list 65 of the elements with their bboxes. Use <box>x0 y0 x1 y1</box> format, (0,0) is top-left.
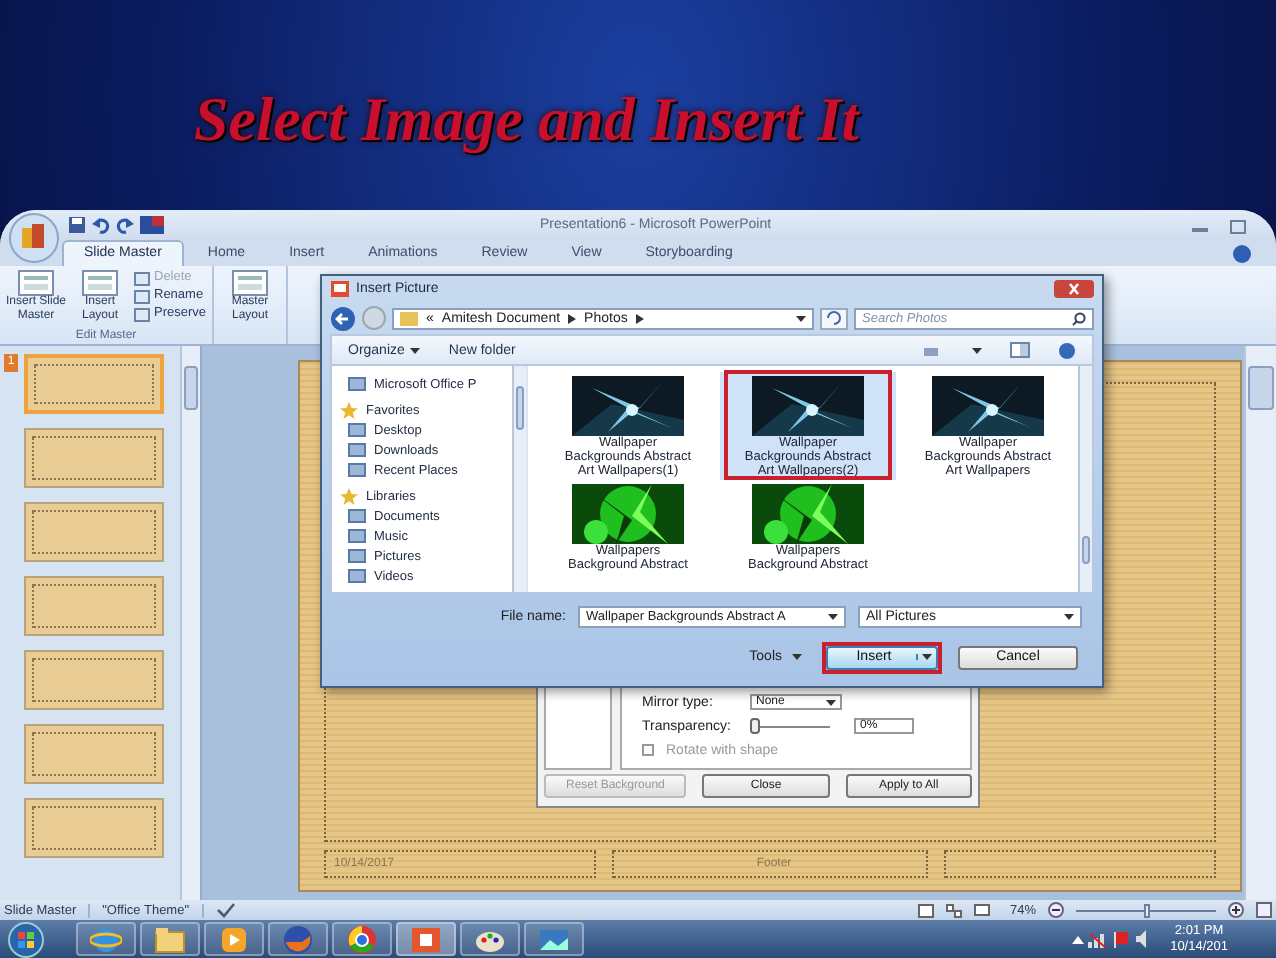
taskbar-button[interactable] <box>332 922 392 956</box>
play-icon <box>218 923 250 955</box>
slide-thumbnail[interactable] <box>24 798 164 858</box>
slide-title: Select Image and Insert It <box>194 82 859 158</box>
save-icon[interactable] <box>68 216 86 234</box>
zoom-in-icon[interactable] <box>1228 902 1244 918</box>
taskbar-button[interactable] <box>204 922 264 956</box>
spellcheck-icon[interactable] <box>215 902 236 918</box>
star-icon <box>340 401 358 419</box>
taskbar-button[interactable] <box>460 922 520 956</box>
close-icon[interactable] <box>1054 280 1094 298</box>
checkbox[interactable] <box>642 744 654 756</box>
zoom-slider-thumb[interactable] <box>1144 903 1150 917</box>
taskbar-button[interactable] <box>268 922 328 956</box>
maximize-icon[interactable] <box>1228 217 1248 233</box>
slide-thumbnail[interactable] <box>24 354 164 414</box>
text-box[interactable] <box>944 850 1216 878</box>
folder-icon <box>400 310 418 326</box>
network-icon[interactable] <box>1088 931 1109 947</box>
fit-icon[interactable] <box>1256 902 1272 918</box>
slide-thumbnail[interactable] <box>24 502 164 562</box>
slider-thumb[interactable] <box>750 717 760 733</box>
slide-thumbnail[interactable] <box>24 576 164 636</box>
caret-icon <box>828 613 838 619</box>
caret-icon <box>916 654 932 660</box>
scrollbar[interactable] <box>512 366 526 592</box>
start-button[interactable] <box>8 921 44 957</box>
back-icon[interactable] <box>330 305 356 331</box>
arrow-right-icon <box>635 313 644 323</box>
slide-layout-icon <box>18 270 54 296</box>
scrollbar[interactable] <box>1244 346 1276 900</box>
view-icon[interactable] <box>924 343 944 357</box>
slide-layout-icon <box>82 270 118 296</box>
picture-icon <box>330 280 350 298</box>
scrollbar[interactable] <box>1078 366 1092 592</box>
caret-icon <box>1064 613 1074 619</box>
refresh-icon[interactable] <box>820 307 848 329</box>
search-icon <box>1072 311 1086 325</box>
caret-icon <box>796 315 806 321</box>
normal-view-icon[interactable] <box>917 903 934 917</box>
star-icon <box>340 487 358 505</box>
small-folder-icon <box>348 375 366 393</box>
presentation-icon <box>410 923 442 955</box>
globe-icon <box>90 923 122 955</box>
slide-thumbnail[interactable] <box>24 650 164 710</box>
scrollbar[interactable] <box>180 346 200 900</box>
zoom-out-icon[interactable] <box>1048 902 1064 918</box>
arrow-right-icon <box>568 313 577 323</box>
caret-icon <box>792 654 802 660</box>
slide-thumbnail[interactable] <box>24 724 164 784</box>
taskbar-button[interactable] <box>524 922 584 956</box>
tray-arrow-icon[interactable] <box>1072 933 1085 945</box>
taskbar-button[interactable] <box>76 922 136 956</box>
show-view-icon[interactable] <box>973 903 990 917</box>
circle-logo-icon <box>346 923 378 955</box>
undo-icon[interactable] <box>92 216 110 234</box>
caret-icon <box>826 699 836 705</box>
taskbar-button[interactable] <box>140 922 200 956</box>
taskbar-button[interactable] <box>396 922 456 956</box>
slide-thumbnail[interactable] <box>24 428 164 488</box>
folder-icon <box>154 923 186 955</box>
preview-pane-icon[interactable] <box>1010 342 1030 358</box>
sorter-view-icon[interactable] <box>945 903 962 917</box>
redo-icon[interactable] <box>116 216 134 234</box>
slide-layout-icon <box>232 270 269 296</box>
